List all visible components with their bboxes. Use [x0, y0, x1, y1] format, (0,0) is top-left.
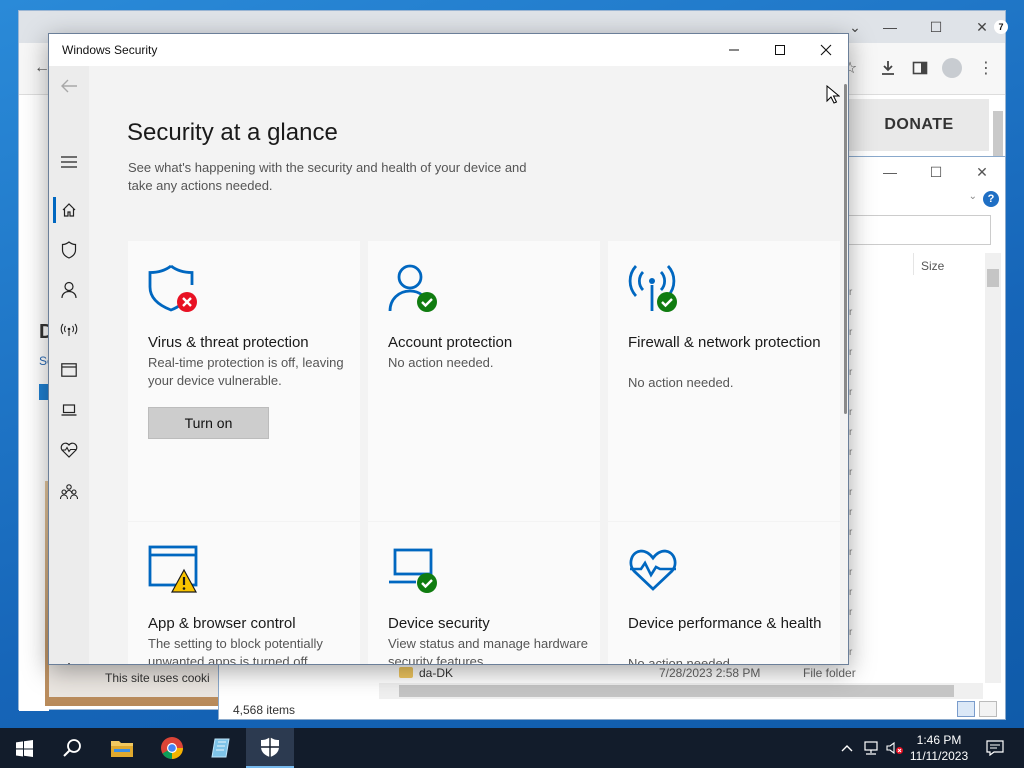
taskbar: 1:46 PM 11/11/2023	[0, 728, 1024, 768]
volume-muted-icon[interactable]	[884, 728, 906, 768]
browser-window-controls: ⌄ — ☐ ✕	[843, 11, 1005, 43]
clock-date: 11/11/2023	[909, 749, 969, 763]
tile-title: App & browser control	[148, 615, 296, 632]
action-center-icon[interactable]	[980, 728, 1010, 768]
clock-time: 1:46 PM	[916, 733, 962, 747]
folder-icon	[399, 667, 413, 678]
maximize-button[interactable]: ☐	[913, 11, 959, 43]
minimize-button[interactable]: —	[867, 11, 913, 43]
chrome-icon[interactable]	[148, 728, 196, 768]
scrollbar-thumb[interactable]	[399, 685, 954, 697]
search-icon[interactable]	[48, 728, 96, 768]
network-icon[interactable]	[860, 728, 882, 768]
device-check-icon	[389, 548, 437, 593]
shield-error-icon	[148, 264, 197, 312]
tile-title: Virus & threat protection	[148, 334, 309, 351]
item-type: File folder	[803, 666, 856, 680]
cookie-banner-text: This site uses cooki	[105, 671, 210, 685]
scrollbar-thumb[interactable]	[987, 269, 999, 287]
windows-start-icon[interactable]	[0, 728, 48, 768]
vertical-scrollbar[interactable]	[985, 253, 1001, 683]
page-description: See what's happening with the security a…	[128, 160, 527, 193]
settings-gear-icon[interactable]	[49, 654, 89, 664]
scrollbar-thumb[interactable]	[844, 84, 847, 414]
tile-status-text: No action needed.	[628, 375, 734, 390]
page-title: Security at a glance	[127, 119, 338, 146]
chevron-up-icon[interactable]	[838, 728, 856, 768]
tile-status-text: No action needed.	[628, 656, 734, 665]
tile-title: Account protection	[388, 334, 513, 351]
laptop-icon[interactable]	[49, 394, 89, 426]
donate-button[interactable]: DONATE	[849, 99, 989, 151]
home-icon[interactable]	[49, 194, 89, 226]
download-icon[interactable]	[877, 57, 899, 79]
mouse-cursor-icon	[826, 85, 840, 104]
app-browser-warning-icon	[148, 545, 198, 593]
details-view-icon[interactable]	[957, 701, 975, 717]
minimize-button[interactable]	[711, 34, 757, 66]
heart-health-icon[interactable]	[49, 434, 89, 466]
help-icon[interactable]: ?	[983, 191, 999, 207]
app-icon[interactable]	[198, 728, 246, 768]
tile-status-text: No action needed.	[388, 355, 494, 370]
title-bar: Windows Security	[49, 34, 848, 66]
notification-count-badge: 7	[994, 20, 1008, 34]
profile-avatar[interactable]	[941, 57, 963, 79]
tile-device-performance-health[interactable]: Device performance & health No action ne…	[608, 522, 840, 665]
minimize-button[interactable]: —	[867, 157, 913, 187]
list-item[interactable]: da-DK 7/28/2023 2:58 PM File folder	[399, 665, 999, 683]
more-options-icon[interactable]: ⋮	[975, 57, 997, 79]
close-button[interactable]	[803, 34, 848, 66]
windows-security-icon[interactable]	[246, 728, 294, 768]
maximize-button[interactable]	[757, 34, 803, 66]
tile-account-protection[interactable]: Account protection No action needed.	[368, 241, 600, 521]
explorer-window-controls: — ☐ ✕	[867, 157, 1005, 187]
tile-title: Device performance & health	[628, 615, 822, 632]
system-clock[interactable]: 1:46 PM 11/11/2023	[906, 732, 972, 764]
tile-firewall-network-protection[interactable]: Firewall & network protection No action …	[608, 241, 840, 521]
heart-health-icon	[629, 549, 677, 591]
tile-app-browser-control[interactable]: App & browser control The setting to blo…	[128, 522, 360, 665]
windows-security-window: Windows Security Security at a glance Se…	[48, 33, 849, 665]
column-header-size[interactable]: Size	[921, 259, 944, 273]
window-title: Windows Security	[62, 43, 158, 57]
maximize-button[interactable]: ☐	[913, 157, 959, 187]
tile-title: Firewall & network protection	[628, 334, 821, 351]
side-panel-icon[interactable]	[909, 57, 931, 79]
large-icons-view-icon[interactable]	[979, 701, 997, 717]
navigation-pane	[49, 66, 89, 664]
tile-status-text: The setting to block potentially unwante…	[148, 636, 323, 665]
status-bar-item-count: 4,568 items	[233, 703, 296, 717]
wireless-icon[interactable]	[49, 314, 89, 346]
tile-virus-threat-protection[interactable]: Virus & threat protection Real-time prot…	[128, 241, 360, 521]
column-divider[interactable]	[913, 253, 914, 275]
browser-window-icon[interactable]	[49, 354, 89, 386]
search-input[interactable]	[841, 215, 991, 245]
account-check-icon	[388, 264, 437, 312]
tile-title: Device security	[388, 615, 490, 632]
shield-icon[interactable]	[49, 234, 89, 266]
tile-device-security[interactable]: Device security View status and manage h…	[368, 522, 600, 665]
turn-on-button[interactable]: Turn on	[148, 407, 269, 439]
close-button[interactable]: ✕	[959, 157, 1005, 187]
item-name: da-DK	[419, 666, 454, 680]
firewall-check-icon	[628, 265, 677, 312]
chevron-down-icon[interactable]: ⌄	[969, 191, 977, 202]
person-icon[interactable]	[49, 274, 89, 306]
tile-status-text: View status and manage hardware security…	[388, 636, 588, 665]
hamburger-menu-icon[interactable]	[49, 146, 89, 178]
tile-status-text: Real-time protection is off, leaving you…	[148, 355, 344, 388]
back-arrow-icon[interactable]	[49, 70, 89, 102]
file-explorer-icon[interactable]	[98, 728, 146, 768]
item-date: 7/28/2023 2:58 PM	[659, 666, 761, 680]
family-icon[interactable]	[49, 476, 89, 508]
